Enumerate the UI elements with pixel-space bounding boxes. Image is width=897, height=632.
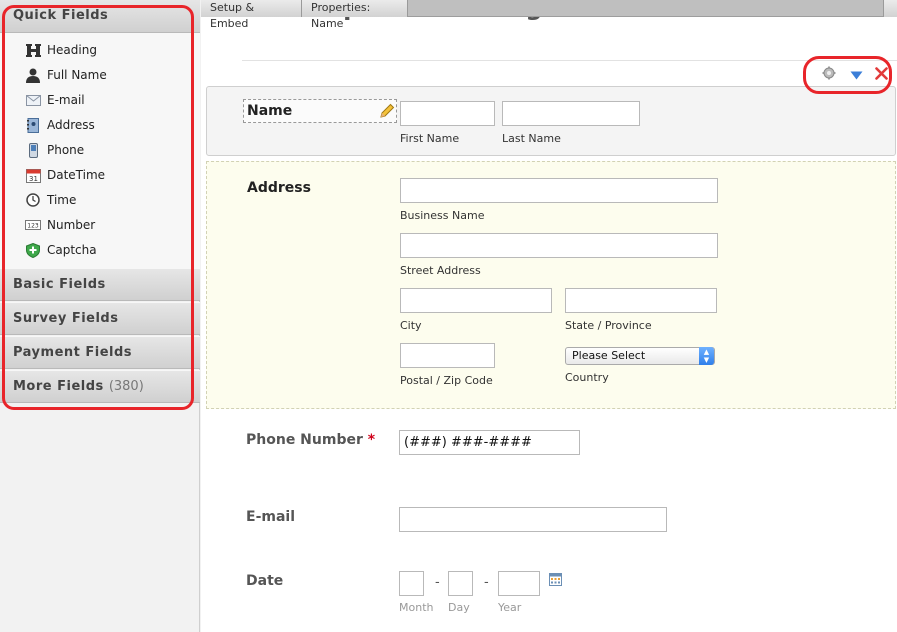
tab-setup-embed[interactable]: Setup & Embed	[201, 0, 302, 30]
address-book-icon	[25, 117, 41, 133]
close-icon	[874, 65, 888, 84]
more-fields-header[interactable]: More Fields (380)	[0, 370, 200, 403]
field-settings-button[interactable]	[819, 63, 839, 85]
triangle-down-icon	[850, 65, 863, 84]
field-address[interactable]: Address Business Name Street Address Cit…	[206, 161, 896, 409]
quick-field-datetime[interactable]: 31 DateTime	[25, 165, 105, 185]
calendar-icon: 31	[25, 167, 41, 183]
quick-fields-list: Heading Full Name E-mail Address Phone 3…	[0, 33, 200, 268]
quick-field-label: Phone	[47, 143, 85, 157]
street-address-input[interactable]	[400, 233, 718, 258]
country-caption: Country	[565, 371, 609, 384]
field-sidebar: Quick Fields Heading Full Name E-mail Ad…	[0, 0, 200, 632]
svg-text:31: 31	[29, 175, 38, 183]
section-title: Payment Fields	[13, 345, 133, 360]
quick-field-label: Time	[47, 193, 77, 207]
tab-bar: Setup & Embed Properties: Name	[201, 0, 897, 30]
section-title: Basic Fields	[13, 277, 106, 292]
clock-icon	[25, 192, 41, 208]
envelope-icon	[25, 92, 41, 108]
form-canvas: Subscription terms agreement Setup & Emb…	[201, 0, 897, 632]
quick-field-label: Full Name	[47, 68, 107, 82]
first-name-input[interactable]	[400, 101, 495, 126]
day-caption: Day	[448, 601, 470, 614]
quick-field-label: Heading	[47, 43, 97, 57]
quick-field-phone[interactable]: Phone	[25, 140, 84, 160]
first-name-caption: First Name	[400, 132, 460, 145]
section-title: More Fields	[13, 379, 104, 394]
tab-properties[interactable]: Properties: Name	[302, 0, 408, 30]
person-icon	[25, 67, 41, 83]
survey-fields-header[interactable]: Survey Fields	[0, 302, 200, 335]
postal-code-caption: Postal / Zip Code	[400, 374, 493, 387]
basic-fields-header[interactable]: Basic Fields	[0, 268, 200, 301]
quick-fields-title: Quick Fields	[13, 8, 109, 23]
gear-icon	[822, 65, 836, 84]
date-year-input[interactable]	[498, 571, 540, 596]
date-label: Date	[246, 573, 284, 589]
city-input[interactable]	[400, 288, 552, 313]
email-input[interactable]	[399, 507, 667, 532]
phone-label: Phone Number *	[246, 432, 376, 448]
number-icon: 123	[25, 217, 41, 233]
quick-field-address[interactable]: Address	[25, 115, 95, 135]
quick-field-label: Address	[47, 118, 95, 132]
date-separator: -	[484, 575, 489, 590]
country-select[interactable]: Please Select ▲ ▼	[565, 347, 715, 365]
country-select-value: Please Select	[572, 349, 646, 362]
business-name-input[interactable]	[400, 178, 718, 203]
quick-field-email[interactable]: E-mail	[25, 90, 85, 110]
field-toolbar	[813, 63, 893, 85]
quick-field-label: E-mail	[47, 93, 85, 107]
email-label: E-mail	[246, 509, 296, 525]
date-separator: -	[435, 575, 440, 590]
svg-text:123: 123	[27, 223, 39, 230]
quick-fields-header[interactable]: Quick Fields	[0, 0, 200, 33]
last-name-caption: Last Name	[502, 132, 561, 145]
title-divider	[242, 60, 897, 61]
quick-field-label: Captcha	[47, 243, 97, 257]
up-down-arrows-icon: ▲ ▼	[699, 347, 714, 365]
phone-input[interactable]	[399, 430, 580, 455]
name-label: Name	[247, 103, 293, 119]
heading-icon	[25, 42, 41, 58]
quick-field-full-name[interactable]: Full Name	[25, 65, 107, 85]
last-name-input[interactable]	[502, 101, 640, 126]
month-caption: Month	[399, 601, 434, 614]
address-label: Address	[247, 180, 311, 196]
calendar-picker-icon[interactable]	[549, 571, 562, 590]
payment-fields-header[interactable]: Payment Fields	[0, 336, 200, 369]
section-title: Survey Fields	[13, 311, 119, 326]
field-delete-button[interactable]	[871, 63, 891, 85]
field-name[interactable]: Name First Name Last Name	[206, 86, 896, 156]
shield-plus-icon	[25, 242, 41, 258]
quick-field-time[interactable]: Time	[25, 190, 76, 210]
quick-field-label: Number	[47, 218, 96, 232]
quick-field-label: DateTime	[47, 168, 106, 182]
postal-code-input[interactable]	[400, 343, 495, 368]
quick-field-number[interactable]: 123 Number	[25, 215, 95, 235]
state-caption: State / Province	[565, 319, 652, 332]
required-asterisk: *	[367, 432, 376, 448]
date-day-input[interactable]	[448, 571, 473, 596]
city-caption: City	[400, 319, 422, 332]
more-fields-count: (380)	[108, 379, 144, 394]
pencil-icon[interactable]	[379, 103, 395, 123]
date-month-input[interactable]	[399, 571, 424, 596]
street-address-caption: Street Address	[400, 264, 481, 277]
business-name-caption: Business Name	[400, 209, 485, 222]
phone-icon	[25, 142, 41, 158]
quick-field-captcha[interactable]: Captcha	[25, 240, 97, 260]
quick-field-heading[interactable]: Heading	[25, 40, 97, 60]
field-move-button[interactable]	[846, 63, 866, 85]
tab-bar-end	[883, 0, 897, 17]
year-caption: Year	[498, 601, 522, 614]
state-input[interactable]	[565, 288, 717, 313]
